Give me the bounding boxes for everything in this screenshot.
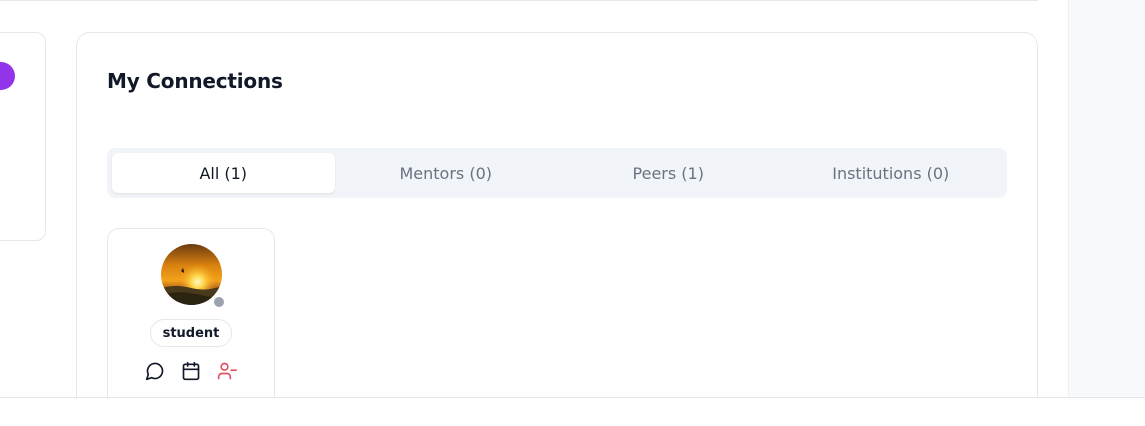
schedule-button[interactable] (180, 360, 202, 382)
connections-panel: My Connections All (1) Mentors (0) Peers… (76, 32, 1038, 426)
tab-all[interactable]: All (1) (112, 153, 335, 193)
remove-user-icon (217, 362, 237, 380)
remove-connection-button[interactable] (216, 360, 238, 382)
top-divider (0, 0, 1038, 2)
connection-tabs: All (1) Mentors (0) Peers (1) Institutio… (107, 148, 1007, 198)
message-icon (145, 362, 164, 381)
right-sidebar (1068, 0, 1145, 398)
calendar-icon (182, 361, 200, 381)
sunset-avatar-image (161, 244, 222, 305)
tab-institutions[interactable]: Institutions (0) (780, 153, 1003, 193)
avatar[interactable] (161, 244, 222, 305)
bottom-bar (0, 397, 1145, 426)
message-button[interactable] (144, 360, 166, 382)
tab-mentors[interactable]: Mentors (0) (335, 153, 558, 193)
status-indicator (212, 295, 226, 309)
tab-peers[interactable]: Peers (1) (557, 153, 780, 193)
card-actions (144, 360, 238, 382)
role-badge: student (150, 319, 232, 347)
page-title: My Connections (107, 69, 283, 93)
